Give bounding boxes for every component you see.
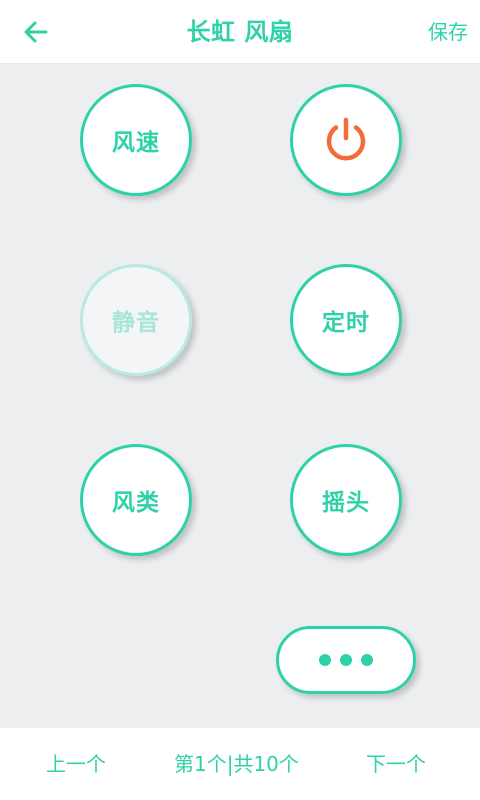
power-icon	[326, 117, 366, 161]
more-button[interactable]	[276, 626, 416, 694]
remote-control-panel: 风速 静音 定时 风类 摇头	[0, 64, 480, 728]
more-dots-icon	[340, 654, 352, 666]
save-button[interactable]: 保存	[428, 0, 468, 64]
page-indicator: 第1个|共10个	[174, 752, 299, 776]
mute-button[interactable]: 静音	[80, 264, 192, 376]
mute-label: 静音	[112, 310, 160, 336]
fan-speed-button[interactable]: 风速	[80, 84, 192, 196]
pagination-footer: 上一个 第1个|共10个 下一个	[0, 728, 480, 800]
timer-label: 定时	[322, 310, 370, 336]
more-dots-icon	[361, 654, 373, 666]
next-button[interactable]: 下一个	[366, 728, 426, 800]
page-title: 长虹 风扇	[186, 18, 294, 46]
wind-type-label: 风类	[112, 490, 160, 516]
swing-label: 摇头	[322, 490, 370, 516]
wind-type-button[interactable]: 风类	[80, 444, 192, 556]
more-dots-icon	[319, 654, 331, 666]
swing-button[interactable]: 摇头	[290, 444, 402, 556]
power-button[interactable]	[290, 84, 402, 196]
header-bar: 长虹 风扇 保存	[0, 0, 480, 64]
timer-button[interactable]: 定时	[290, 264, 402, 376]
fan-speed-label: 风速	[112, 130, 160, 156]
previous-button[interactable]: 上一个	[46, 728, 106, 800]
